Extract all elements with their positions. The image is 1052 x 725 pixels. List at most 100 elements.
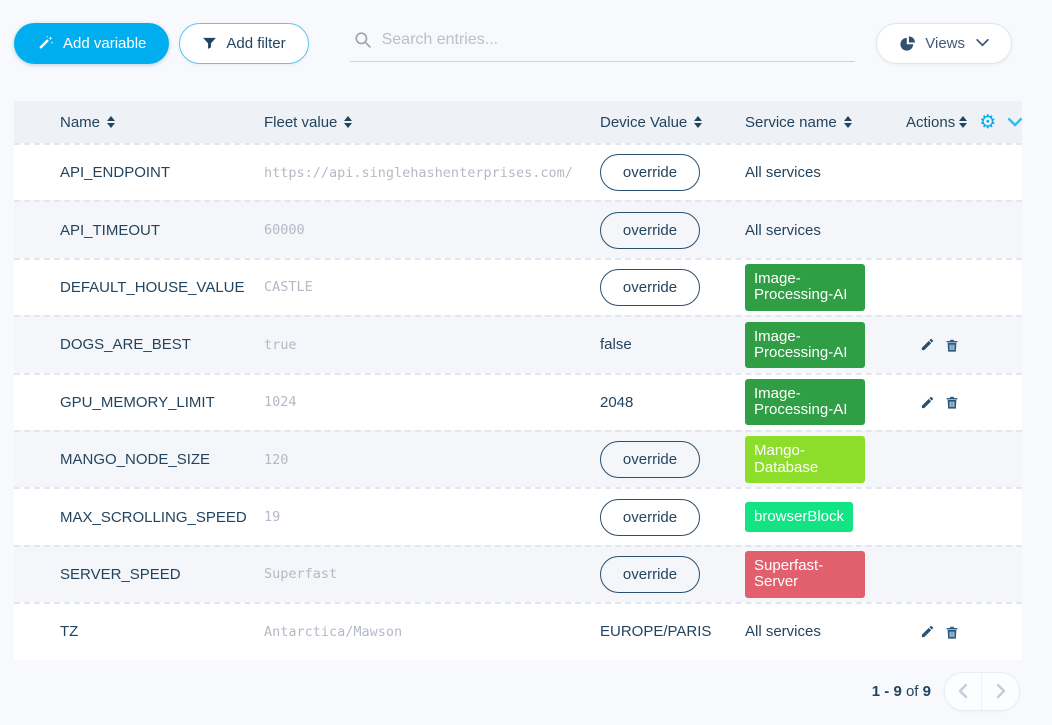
actions-cell <box>906 394 1022 410</box>
chevron-down-icon[interactable] <box>1008 118 1022 127</box>
table-row: API_TIMEOUT60000override All services <box>14 200 1022 257</box>
variable-name: API_TIMEOUT <box>60 222 264 239</box>
table-row: DOGS_ARE_BESTtruefalseImage-Processing-A… <box>14 315 1022 372</box>
variable-name: MAX_SCROLLING_SPEED <box>60 509 264 526</box>
search-icon <box>354 31 372 49</box>
views-label: Views <box>925 35 965 52</box>
pager-buttons <box>944 672 1020 711</box>
service-badge: Image-Processing-AI <box>745 322 865 368</box>
actions-cell <box>906 337 1022 353</box>
add-variable-label: Add variable <box>63 35 146 52</box>
variable-name: GPU_MEMORY_LIMIT <box>60 394 264 411</box>
service-badge: browserBlock <box>745 502 853 532</box>
sort-icon[interactable] <box>107 116 115 128</box>
variables-table: Name Fleet value Device Value Service na… <box>14 101 1022 660</box>
table-header-row: Name Fleet value Device Value Service na… <box>14 101 1022 143</box>
fleet-value: Superfast <box>264 566 600 582</box>
device-value: EUROPE/PARIS <box>600 623 711 640</box>
next-page-button[interactable] <box>982 673 1019 710</box>
sort-icon[interactable] <box>844 116 852 128</box>
fleet-value: 1024 <box>264 394 600 410</box>
service-badge: Image-Processing-AI <box>745 379 865 425</box>
variable-name: API_ENDPOINT <box>60 164 264 181</box>
pagination-total: 9 <box>923 683 931 700</box>
add-filter-button[interactable]: Add filter <box>179 23 308 64</box>
add-variable-button[interactable]: Add variable <box>14 23 169 64</box>
device-value-cell: override <box>600 154 745 191</box>
table-row: DEFAULT_HOUSE_VALUECASTLEoverride Image-P… <box>14 258 1022 315</box>
variable-name: DOGS_ARE_BEST <box>60 336 264 353</box>
chevron-down-icon <box>976 39 989 47</box>
previous-page-button[interactable] <box>945 673 982 710</box>
table-row: SERVER_SPEEDSuperfastoverride Superfast-S… <box>14 545 1022 602</box>
column-header-device-value[interactable]: Device Value <box>600 114 745 131</box>
override-pill-button[interactable]: override <box>600 154 700 191</box>
device-value-cell: EUROPE/PARIS <box>600 623 745 640</box>
override-pill-button[interactable]: override <box>600 556 700 593</box>
service-name-cell: All services <box>745 222 906 239</box>
fleet-value: Antarctica/Mawson <box>264 624 600 640</box>
override-pill-button[interactable]: override <box>600 269 700 306</box>
edit-pencil-icon[interactable] <box>920 395 935 410</box>
device-value-cell: false <box>600 336 745 353</box>
toolbar: Add variable Add filter Views <box>0 0 1052 64</box>
delete-trash-icon[interactable] <box>944 337 960 353</box>
pie-chart-icon <box>899 35 916 52</box>
table-row: API_ENDPOINThttps://api.singlehashenterp… <box>14 143 1022 200</box>
service-badge: Image-Processing-AI <box>745 264 865 310</box>
override-pill-button[interactable]: override <box>600 499 700 536</box>
service-name-cell: All services <box>745 623 906 640</box>
sort-icon[interactable] <box>694 116 702 128</box>
service-name-cell: browserBlock <box>745 502 906 532</box>
edit-pencil-icon[interactable] <box>920 337 935 352</box>
sort-icon[interactable] <box>344 116 352 128</box>
edit-pencil-icon[interactable] <box>920 624 935 639</box>
variable-name: SERVER_SPEED <box>60 566 264 583</box>
device-value-cell: override <box>600 269 745 306</box>
override-pill-button[interactable]: override <box>600 441 700 478</box>
service-name-cell: Image-Processing-AI <box>745 264 906 310</box>
device-value-cell: override <box>600 556 745 593</box>
variable-name: TZ <box>60 623 264 640</box>
column-settings-gear-icon[interactable]: ⚙ <box>979 113 996 132</box>
table-row: GPU_MEMORY_LIMIT10242048Image-Processing… <box>14 373 1022 430</box>
add-filter-label: Add filter <box>226 35 285 52</box>
service-name-cell: Mango-Database <box>745 436 906 482</box>
service-name-cell: Superfast-Server <box>745 551 906 597</box>
filter-funnel-icon <box>202 36 217 51</box>
actions-cell <box>906 624 1022 640</box>
sort-icon[interactable] <box>959 116 967 128</box>
search-field[interactable] <box>350 25 855 62</box>
service-name: All services <box>745 164 821 181</box>
service-name-cell: Image-Processing-AI <box>745 322 906 368</box>
table-row: MANGO_NODE_SIZE120overrideMango-Database <box>14 430 1022 487</box>
views-button[interactable]: Views <box>876 23 1012 64</box>
fleet-value: true <box>264 337 600 353</box>
fleet-value: 19 <box>264 509 600 525</box>
service-badge: Mango-Database <box>745 436 865 482</box>
table-row: TZAntarctica/MawsonEUROPE/PARIS All servi… <box>14 602 1022 659</box>
service-name-cell: All services <box>745 164 906 181</box>
delete-trash-icon[interactable] <box>944 394 960 410</box>
device-value-cell: override <box>600 441 745 478</box>
device-value-cell: 2048 <box>600 394 745 411</box>
fleet-value: https://api.singlehashenterprises.com/ <box>264 165 600 181</box>
search-input[interactable] <box>382 31 851 49</box>
magic-wand-icon <box>37 35 54 52</box>
fleet-value: CASTLE <box>264 279 600 295</box>
column-header-fleet-value[interactable]: Fleet value <box>264 114 600 131</box>
table-body: API_ENDPOINThttps://api.singlehashenterp… <box>14 143 1022 660</box>
pagination: 1 - 9 of 9 <box>0 672 1020 711</box>
pagination-of-label: of <box>906 683 919 700</box>
service-name-cell: Image-Processing-AI <box>745 379 906 425</box>
service-badge: Superfast-Server <box>745 551 865 597</box>
delete-trash-icon[interactable] <box>944 624 960 640</box>
column-header-actions[interactable]: Actions ⚙ <box>906 113 1022 132</box>
variable-name: DEFAULT_HOUSE_VALUE <box>60 279 264 296</box>
fleet-value: 60000 <box>264 222 600 238</box>
column-header-service-name[interactable]: Service name <box>745 114 906 131</box>
override-pill-button[interactable]: override <box>600 212 700 249</box>
column-header-name[interactable]: Name <box>60 114 264 131</box>
table-row: MAX_SCROLLING_SPEED19override browserBloc… <box>14 487 1022 544</box>
pagination-info: 1 - 9 of 9 <box>872 683 931 700</box>
